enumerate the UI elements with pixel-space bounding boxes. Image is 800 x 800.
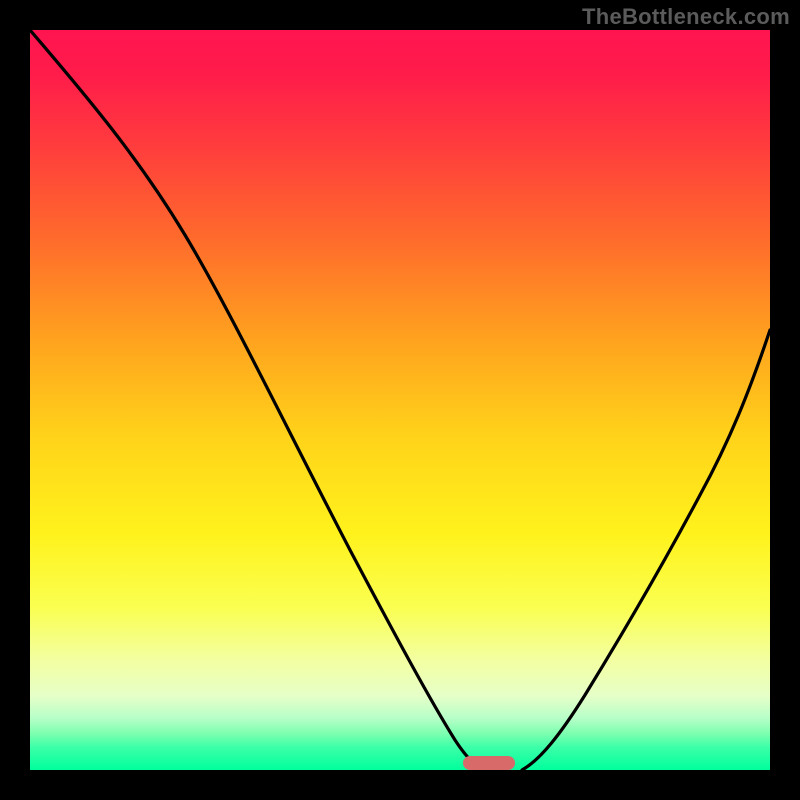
curve-left-branch [30,30,485,770]
plot-area [30,30,770,770]
watermark-text: TheBottleneck.com [582,4,790,30]
chart-frame: TheBottleneck.com [0,0,800,800]
curve-right-branch [522,330,770,770]
minimum-marker [463,756,515,770]
bottleneck-curve [30,30,770,770]
